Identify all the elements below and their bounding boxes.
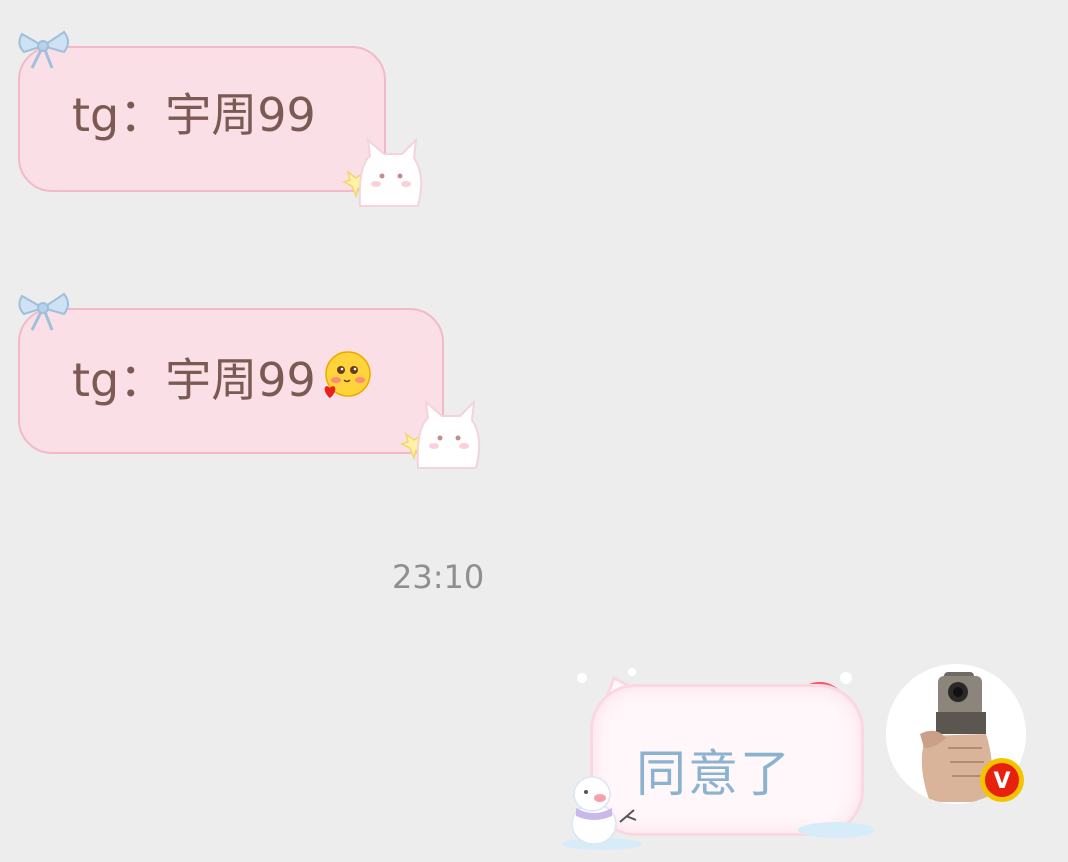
verified-badge: V: [978, 756, 1026, 804]
verified-v-icon: V: [980, 758, 1024, 802]
cat-sticker-icon: [342, 137, 423, 207]
incoming-message-bubble[interactable]: tg：宇周99: [18, 292, 481, 469]
blushing-heart-emoji-icon: [324, 351, 371, 398]
snow-drift-icon: [798, 822, 874, 838]
message-timestamp: 23:10: [392, 558, 485, 596]
snowman-sticker-icon: [562, 776, 642, 850]
message-text: tg：宇周99: [72, 88, 316, 142]
incoming-message-bubble[interactable]: tg：宇周99: [18, 30, 423, 207]
ribbon-bow-icon: [18, 292, 69, 331]
outgoing-message-bubble[interactable]: 同意了: [560, 664, 880, 854]
ribbon-bow-icon: [18, 30, 69, 69]
message-text: 同意了: [636, 745, 792, 803]
message-text: tg：宇周99: [72, 350, 372, 407]
badge-label: V: [993, 769, 1010, 794]
message-text-label: tg：宇周99: [72, 353, 316, 407]
cat-sticker-icon: [400, 399, 481, 469]
